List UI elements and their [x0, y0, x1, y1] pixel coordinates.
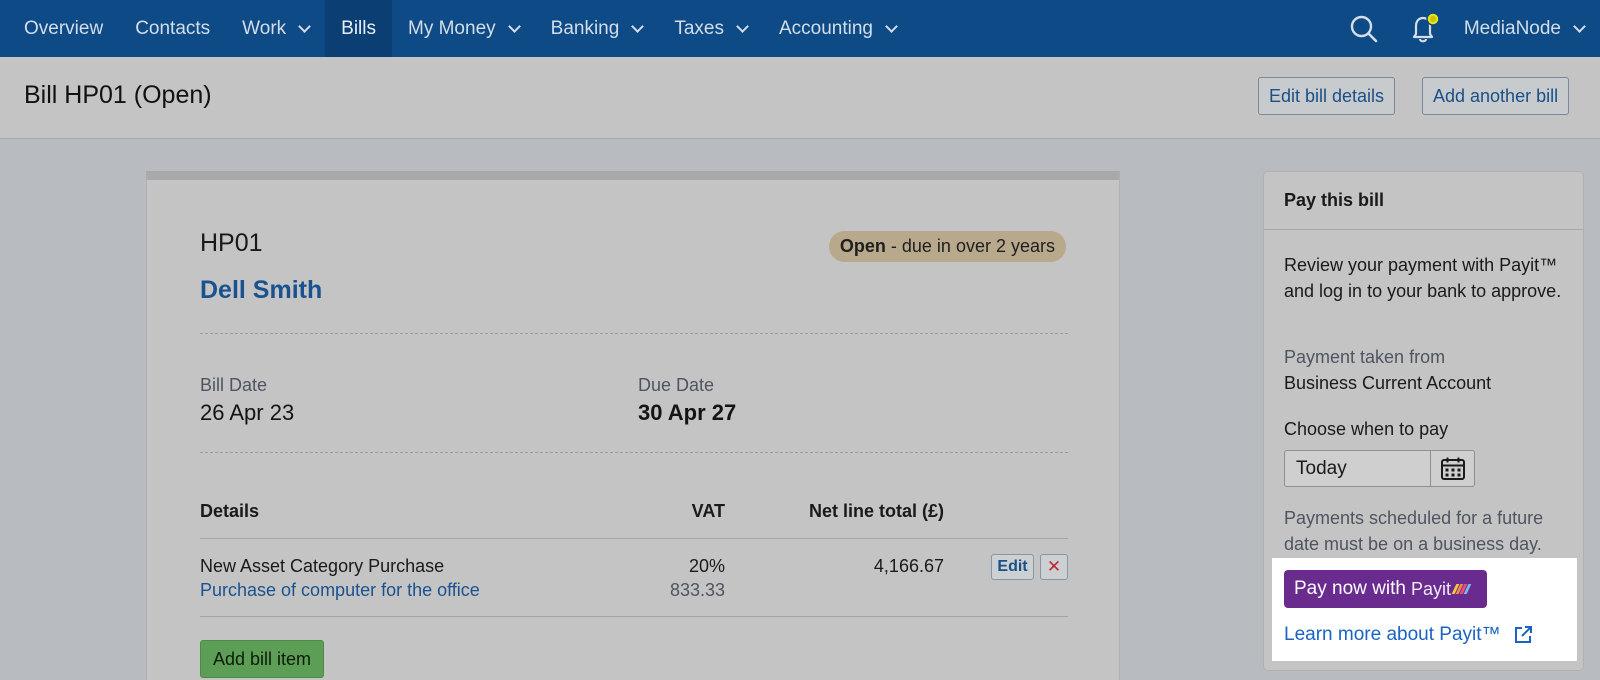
business-day-note: Payments scheduled for a future date mus… — [1284, 508, 1544, 554]
nav-label: Contacts — [135, 17, 211, 39]
account-name: MediaNode — [1463, 17, 1561, 39]
add-bill-item-button[interactable]: Add bill item — [200, 640, 325, 678]
nav-label: Overview — [24, 17, 104, 39]
nav-label: My Money — [408, 17, 496, 39]
nav-item-overview[interactable]: Overview — [0, 0, 119, 57]
chevron-down-icon — [1573, 19, 1586, 33]
add-another-bill-button[interactable]: Add another bill — [1422, 77, 1570, 115]
payment-source-label: Payment taken from — [1284, 347, 1446, 367]
page-title: Bill HP01 (Open) — [24, 81, 212, 109]
chevron-down-icon — [736, 19, 749, 33]
nav-right-group: MediaNode — [1334, 0, 1600, 57]
chevron-down-icon — [885, 19, 898, 33]
nav-item-my-money[interactable]: My Money — [392, 0, 535, 57]
contact-link[interactable]: Dell Smith — [200, 276, 322, 305]
status-detail: - due in over 2 years — [890, 236, 1055, 256]
search-icon[interactable] — [1334, 0, 1394, 57]
nav-item-banking[interactable]: Banking — [535, 0, 659, 57]
bell-icon[interactable] — [1394, 0, 1454, 57]
nav-label: Accounting — [778, 17, 873, 39]
item-vat-amount: 833.33 — [669, 580, 725, 600]
choose-when-label: Choose when to pay — [1284, 419, 1449, 439]
learn-more-label: Learn more about Payit™ — [1284, 624, 1501, 645]
top-navigation: Overview Contacts Work Bills My Money Ba… — [0, 0, 1600, 57]
edit-bill-details-button[interactable]: Edit bill details — [1258, 77, 1396, 115]
bill-reference: HP01 — [200, 229, 263, 257]
nav-item-bills[interactable]: Bills — [325, 0, 392, 57]
nav-item-work[interactable]: Work — [226, 0, 325, 57]
table-divider — [200, 538, 1068, 539]
item-net-total: 4,166.67 — [873, 556, 944, 576]
due-date-label: Due Date — [638, 375, 715, 395]
chevron-down-icon — [298, 19, 312, 33]
status-badge: Open - due in over 2 years — [828, 231, 1066, 262]
due-date-value: 30 Apr 27 — [638, 400, 737, 425]
chevron-down-icon — [507, 19, 521, 33]
edit-item-button[interactable]: Edit — [991, 554, 1034, 580]
divider — [200, 333, 1068, 334]
pay-date-value[interactable]: Today — [1285, 451, 1430, 486]
page-header: Bill HP01 (Open) Edit bill details Add a… — [0, 57, 1600, 139]
table-divider — [200, 616, 1068, 617]
account-menu[interactable]: MediaNode — [1454, 18, 1600, 40]
chevron-down-icon — [631, 19, 645, 33]
panel-header: Pay this bill — [1264, 172, 1583, 230]
pay-date-field[interactable]: Today — [1284, 450, 1475, 487]
nav-label: Banking — [550, 17, 620, 39]
column-header-vat: VAT — [691, 501, 725, 521]
nav-item-contacts[interactable]: Contacts — [119, 0, 226, 57]
pay-button-label: Pay now with — [1294, 578, 1406, 599]
item-category: New Asset Category Purchase — [200, 556, 445, 576]
bill-date-label: Bill Date — [200, 375, 268, 395]
nav-label: Bills — [341, 17, 376, 39]
item-vat-rate: 20% — [688, 556, 725, 576]
calendar-icon[interactable] — [1430, 451, 1474, 486]
learn-more-payit-link[interactable]: Learn more about Payit™ — [1284, 624, 1533, 646]
bill-card: HP01 Dell Smith Open - due in over 2 yea… — [146, 171, 1120, 680]
external-link-icon — [1514, 626, 1532, 643]
payit-stripes-icon — [1451, 584, 1472, 594]
status-label: Open — [839, 236, 886, 256]
column-header-details: Details — [200, 501, 260, 521]
pay-now-with-payit-button[interactable]: Pay now with Payit — [1284, 570, 1487, 608]
bill-date-value: 26 Apr 23 — [200, 400, 295, 425]
divider — [200, 452, 1068, 453]
delete-item-button[interactable]: ✕ — [1040, 554, 1068, 580]
payit-logo: Payit — [1410, 578, 1451, 599]
nav-item-taxes[interactable]: Taxes — [658, 0, 763, 57]
panel-title: Pay this bill — [1284, 190, 1385, 210]
item-description-link[interactable]: Purchase of computer for the office — [200, 580, 480, 601]
payment-source-account: Business Current Account — [1284, 373, 1492, 393]
column-header-net: Net line total (£) — [808, 501, 944, 521]
nav-item-accounting[interactable]: Accounting — [763, 0, 912, 57]
nav-label: Work — [242, 17, 287, 39]
nav-label: Taxes — [674, 17, 724, 39]
pay-intro: Review your payment with Payit™ and log … — [1284, 255, 1562, 301]
